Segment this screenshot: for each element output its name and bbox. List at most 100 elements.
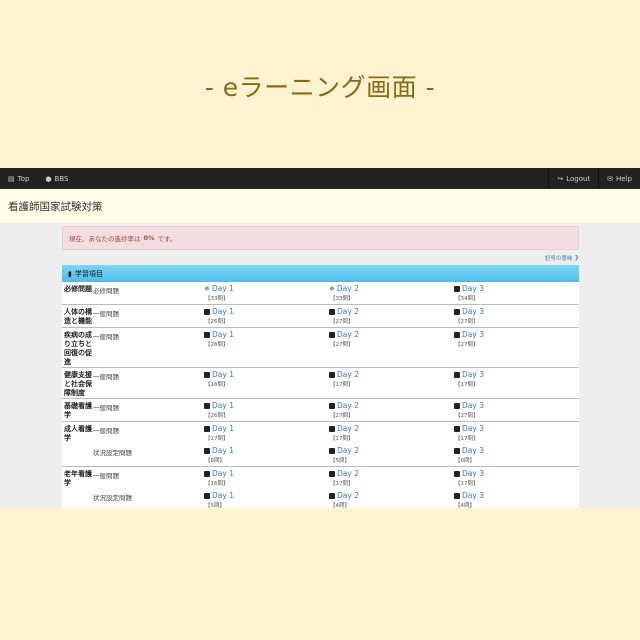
legend-link[interactable]: 記号の意味 ❯ (62, 252, 579, 263)
subject-row: 人体の構造と機能 一般問題 Day 1 【26問】 Day 2 【27問】 Day 3 【27… (62, 305, 579, 328)
day-cell: Day 3 【17問】 (454, 368, 579, 390)
day-link[interactable]: Day 1 (212, 491, 234, 500)
question-type-label: 一般問題 (93, 472, 119, 480)
not-started-icon (204, 470, 210, 477)
day-link[interactable]: Day 2 (337, 401, 359, 410)
not-started-icon (204, 492, 210, 499)
day-cell: Day 1 【16問】 (204, 467, 329, 489)
question-count: 【6問】 (455, 458, 475, 464)
question-count: 【17問】 (455, 436, 479, 442)
day-cell: Day 2 【27問】 (329, 305, 454, 327)
subject-name: 基礎看護学 (64, 402, 92, 419)
day-link[interactable]: Day 2 (337, 424, 359, 433)
day-link[interactable]: Day 1 (212, 424, 234, 433)
day-link[interactable]: Day 2 (337, 446, 359, 455)
day-link[interactable]: Day 3 (462, 469, 484, 478)
day-cell: Day 2 【17問】 (329, 422, 454, 444)
day-link[interactable]: Day 3 (462, 307, 484, 316)
bottom-background (0, 508, 640, 640)
nav-logout-link[interactable]: ↪ Logout (548, 168, 598, 189)
day-link[interactable]: Day 3 (462, 401, 484, 410)
day-link[interactable]: Day 1 (212, 330, 234, 339)
day-link[interactable]: Day 2 (337, 284, 359, 293)
book-icon: ▤ (8, 174, 15, 183)
question-count: 【34問】 (455, 296, 479, 302)
nav-logout-label: Logout (566, 174, 591, 183)
comments-icon: ● (45, 174, 52, 183)
question-type-label: 一般問題 (93, 310, 119, 318)
question-count: 【16問】 (205, 382, 229, 388)
question-type-label: 一般問題 (93, 333, 119, 341)
day-link[interactable]: Day 3 (462, 424, 484, 433)
not-started-icon (329, 470, 335, 477)
question-type-label: 必修問題 (93, 287, 119, 295)
spinner-icon: ✵ (329, 284, 335, 293)
day-cell: Day 2 【27問】 (329, 399, 454, 421)
question-count: 【27問】 (330, 342, 354, 348)
question-set-row: 一般問題 Day 1 【16問】 Day 2 【17問】 Day 3 【17問】 (93, 368, 579, 390)
day-link[interactable]: Day 2 (337, 307, 359, 316)
app-title-bar: 看護師国家試験対策 (0, 189, 640, 223)
day-link[interactable]: Day 2 (337, 370, 359, 379)
day-link[interactable]: Day 2 (337, 491, 359, 500)
progress-value: 0% (143, 234, 155, 242)
elearning-screenshot: ▤ Top ● BBS ↪ Logout ✉ Help 看護師国家試験対策 現在… (0, 168, 640, 508)
day-cell: Day 3 【4問】 (454, 489, 579, 508)
day-link[interactable]: Day 3 (462, 370, 484, 379)
day-cell: Day 1 【5問】 (204, 489, 329, 508)
question-set-row: 必修問題 ✵ Day 1 【33問】 ✵ Day 2 【33問】 Day 3 【34問】 (93, 282, 579, 304)
day-link[interactable]: Day 1 (212, 307, 234, 316)
not-started-icon (204, 308, 210, 315)
day-cell: Day 3 【17問】 (454, 467, 579, 489)
question-count: 【17問】 (330, 382, 354, 388)
hero-title: - eラーニング画面 - (204, 73, 436, 102)
day-cell: Day 2 【4問】 (329, 489, 454, 508)
question-count: 【33問】 (330, 296, 354, 302)
day-cell: ✵ Day 2 【33問】 (329, 282, 454, 304)
nav-bbs-link[interactable]: ● BBS (37, 168, 76, 189)
not-started-icon (454, 402, 460, 409)
day-link[interactable]: Day 3 (462, 284, 484, 293)
day-link[interactable]: Day 2 (337, 469, 359, 478)
day-cell: Day 3 【27問】 (454, 328, 579, 350)
nav-bbs-label: BBS (54, 174, 69, 183)
question-count: 【4問】 (330, 503, 350, 508)
day-cell: Day 2 【5問】 (329, 444, 454, 466)
day-cell: Day 3 【17問】 (454, 422, 579, 444)
not-started-icon (329, 447, 335, 454)
day-link[interactable]: Day 3 (462, 491, 484, 500)
not-started-icon (329, 492, 335, 499)
subject-row: 必修問題 必修問題 ✵ Day 1 【33問】 ✵ Day 2 【33問】 Day 3 【34問】 (62, 282, 579, 305)
question-type-label: 一般問題 (93, 373, 119, 381)
question-set-row: 一般問題 Day 1 【16問】 Day 2 【17問】 Day 3 【17問】 (93, 467, 579, 489)
question-count: 【33問】 (205, 296, 229, 302)
main-container: 現在、あなたの進捗率は 0% です。 記号の意味 ❯ ▮ 学習項目 必修問題 必修… (62, 226, 579, 508)
day-link[interactable]: Day 1 (212, 469, 234, 478)
subject-row: 成人看護学 一般問題 Day 1 【17問】 Day 2 【17問】 Day 3 【17問】状… (62, 422, 579, 467)
day-cell: Day 2 【27問】 (329, 328, 454, 350)
subject-name: 老年看護学 (64, 470, 92, 487)
day-link[interactable]: Day 1 (212, 401, 234, 410)
day-cell: Day 3 【34問】 (454, 282, 579, 304)
subject-name: 健康支援と社会保障制度 (64, 371, 92, 397)
day-link[interactable]: Day 2 (337, 330, 359, 339)
day-link[interactable]: Day 3 (462, 446, 484, 455)
question-set-row: 状況設定問題 Day 1 【5問】 Day 2 【4問】 Day 3 【4問】 (93, 489, 579, 508)
not-started-icon (204, 331, 210, 338)
day-link[interactable]: Day 1 (212, 284, 234, 293)
book-icon: ▮ (68, 269, 72, 278)
question-type-label: 一般問題 (93, 427, 119, 435)
day-cell: Day 1 【16問】 (204, 368, 329, 390)
panel-header: ▮ 学習項目 (62, 265, 579, 282)
day-cell: Day 1 【17問】 (204, 422, 329, 444)
question-set-row: 一般問題 Day 1 【26問】 Day 2 【27問】 Day 3 【27問】 (93, 399, 579, 421)
nav-top-link[interactable]: ▤ Top (0, 168, 37, 189)
day-link[interactable]: Day 3 (462, 330, 484, 339)
day-cell: Day 1 【26問】 (204, 399, 329, 421)
nav-help-link[interactable]: ✉ Help (598, 168, 640, 189)
day-link[interactable]: Day 1 (212, 370, 234, 379)
question-type-label: 一般問題 (93, 404, 119, 412)
not-started-icon (454, 447, 460, 454)
not-started-icon (454, 470, 460, 477)
day-link[interactable]: Day 1 (212, 446, 234, 455)
